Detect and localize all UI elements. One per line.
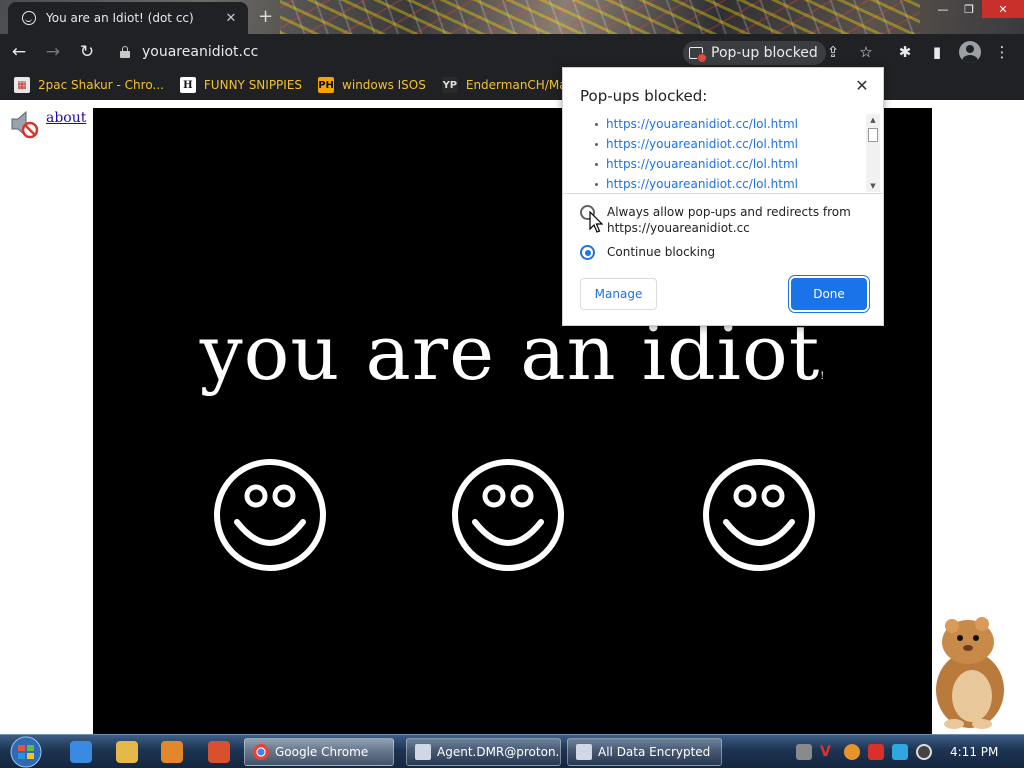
popups-blocked-dialog: Pop-ups blocked: ✕ https://youareanidiot…	[562, 67, 884, 326]
task-all-data-encrypted[interactable]: All Data Encrypted	[567, 738, 722, 766]
option-always-allow[interactable]: Always allow pop-ups and redirects from …	[580, 204, 869, 236]
option-continue-blocking-label: Continue blocking	[607, 245, 716, 259]
maximize-button[interactable]: ❐	[956, 0, 982, 18]
blocked-url-link[interactable]: https://youareanidiot.cc/lol.html	[595, 114, 863, 134]
blocked-url-link[interactable]: https://youareanidiot.cc/lol.html	[595, 154, 863, 174]
tab-title: You are an Idiot! (dot cc)	[46, 11, 194, 25]
headline-suffix: !	[820, 371, 826, 382]
media-player-icon[interactable]	[161, 741, 183, 763]
reload-button[interactable]: ↻	[72, 37, 102, 67]
tray-antivirus-icon[interactable]: V	[820, 744, 836, 760]
bookmark-label: FUNNY SNIPPIES	[203, 78, 303, 92]
h-icon: H	[179, 77, 196, 93]
tray-network-icon[interactable]	[892, 744, 908, 760]
scroll-thumb[interactable]	[868, 128, 878, 142]
popup-blocked-chip[interactable]: Pop-up blocked	[683, 41, 826, 65]
start-orb-icon[interactable]	[6, 736, 46, 768]
app-launcher-icon[interactable]	[208, 741, 230, 763]
task-google-chrome[interactable]: Google Chrome	[244, 738, 394, 766]
new-tab-button[interactable]: +	[258, 6, 273, 27]
yp-icon: YP	[441, 77, 458, 93]
blocked-url-link[interactable]: https://youareanidiot.cc/lol.html	[595, 134, 863, 154]
tray-search-icon[interactable]	[844, 744, 860, 760]
task-label: All Data Encrypted	[598, 745, 711, 759]
bookmark-label: 2pac Shakur - Chro...	[38, 78, 164, 92]
extensions-icon[interactable]: ✱	[895, 42, 915, 62]
hamster-mascot-icon	[936, 617, 1004, 729]
scroll-up-arrow-icon[interactable]: ▲	[866, 114, 880, 126]
bookmark-item[interactable]: ▦ 2pac Shakur - Chro...	[14, 77, 164, 93]
close-window-button[interactable]: ✕	[982, 0, 1024, 18]
radio-continue-blocking[interactable]	[580, 245, 595, 260]
tab-strip: You are an Idiot! (dot cc) ✕ + — ❐ ✕	[0, 0, 1024, 34]
done-button[interactable]: Done	[791, 278, 867, 310]
window-icon	[576, 744, 592, 760]
task-agent-dmr[interactable]: Agent.DMR@proton...	[406, 738, 561, 766]
mouse-cursor-icon	[589, 211, 603, 233]
manage-button[interactable]: Manage	[580, 278, 657, 310]
bookmark-star-icon[interactable]: ☆	[856, 42, 876, 62]
tray-volume-icon[interactable]	[916, 744, 932, 760]
chrome-icon	[253, 744, 269, 760]
task-label: Google Chrome	[275, 745, 369, 759]
tray-flag-icon[interactable]	[868, 744, 884, 760]
wallpaper-graffiti	[280, 0, 920, 34]
browser-toolbar: ← → ↻ youareanidiot.cc Pop-up blocked ⇪ …	[0, 34, 1024, 70]
divider	[563, 193, 883, 194]
task-label: Agent.DMR@proton...	[437, 745, 561, 759]
minimize-button[interactable]: —	[930, 0, 956, 18]
scroll-down-arrow-icon[interactable]: ▼	[866, 180, 880, 192]
about-link[interactable]: about	[46, 110, 86, 126]
tab-active[interactable]: You are an Idiot! (dot cc) ✕	[8, 2, 248, 34]
ph-icon: PH	[318, 77, 335, 93]
popup-blocked-label: Pop-up blocked	[711, 45, 818, 61]
forward-button[interactable]: →	[38, 37, 68, 67]
blocked-url-link[interactable]: https://youareanidiot.cc/lol.html	[595, 174, 863, 192]
window-controls: — ❐ ✕	[930, 0, 1024, 18]
windows-taskbar: Google Chrome Agent.DMR@proton... All Da…	[0, 734, 1024, 768]
smiley-favicon-icon	[22, 11, 36, 25]
url-text: youareanidiot.cc	[142, 44, 259, 60]
tab-close-icon[interactable]: ✕	[222, 9, 240, 27]
menu-icon[interactable]: ⋮	[992, 42, 1012, 62]
tray-app-icon[interactable]	[796, 744, 812, 760]
window-icon	[415, 744, 431, 760]
file-explorer-icon[interactable]	[116, 741, 138, 763]
close-icon[interactable]: ✕	[851, 74, 873, 96]
smiley-face-icon	[214, 459, 326, 571]
popup-blocked-icon	[689, 47, 707, 63]
sound-muted-icon[interactable]	[8, 108, 40, 140]
profile-avatar-icon[interactable]	[959, 41, 981, 63]
bookmark-label: windows ISOS	[342, 78, 426, 92]
bookmark-item[interactable]: H FUNNY SNIPPIES	[179, 77, 303, 93]
smiley-face-icon	[452, 459, 564, 571]
clock[interactable]: 4:11 PM	[950, 745, 998, 759]
option-always-allow-label: Always allow pop-ups and redirects from …	[607, 205, 851, 235]
option-continue-blocking[interactable]: Continue blocking	[580, 244, 869, 260]
lock-icon[interactable]	[120, 46, 130, 58]
bookmark-item[interactable]: PH windows ISOS	[318, 77, 426, 93]
dialog-title: Pop-ups blocked:	[580, 87, 708, 105]
internet-explorer-icon[interactable]	[70, 741, 92, 763]
blocked-url-list: https://youareanidiot.cc/lol.html https:…	[595, 114, 863, 192]
gift-icon: ▦	[14, 77, 30, 93]
smiley-face-icon	[703, 459, 815, 571]
url-list-scrollbar[interactable]: ▲ ▼	[866, 114, 880, 192]
back-button[interactable]: ←	[4, 37, 34, 67]
side-panel-icon[interactable]: ▮	[927, 42, 947, 62]
share-icon[interactable]: ⇪	[823, 42, 843, 62]
